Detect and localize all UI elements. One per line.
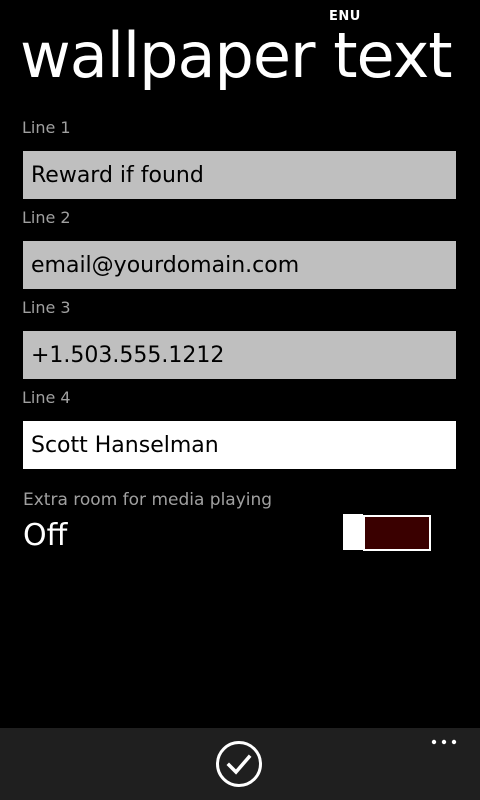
- media-room-label: Extra room for media playing: [23, 490, 273, 510]
- line4-field[interactable]: [23, 421, 456, 469]
- line2-label: Line 2: [22, 208, 71, 227]
- media-room-toggle[interactable]: [343, 514, 433, 551]
- line1-label: Line 1: [22, 118, 71, 137]
- line1-field[interactable]: [23, 151, 456, 199]
- page-title: wallpaper text: [20, 19, 453, 92]
- line4-label: Line 4: [22, 388, 71, 407]
- toggle-track: [363, 515, 431, 551]
- line2-field[interactable]: [23, 241, 456, 289]
- line3-label: Line 3: [22, 298, 71, 317]
- toggle-thumb[interactable]: [343, 514, 363, 550]
- line3-field[interactable]: [23, 331, 456, 379]
- check-icon[interactable]: [215, 740, 263, 788]
- media-room-state: Off: [23, 518, 68, 553]
- app-bar: [0, 728, 480, 800]
- ellipsis-icon[interactable]: [424, 732, 464, 752]
